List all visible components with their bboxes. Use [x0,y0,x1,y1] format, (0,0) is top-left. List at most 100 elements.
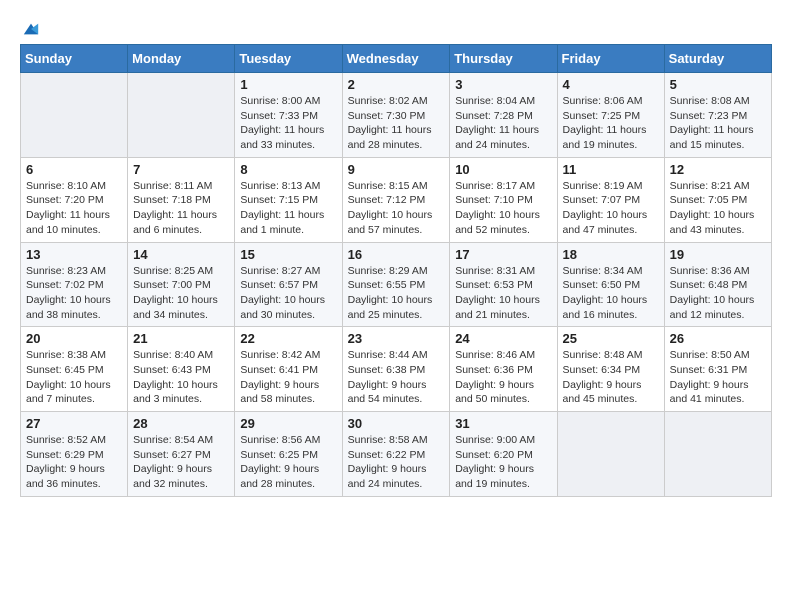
cell-info: Sunrise: 9:00 AMSunset: 6:20 PMDaylight:… [455,433,551,492]
calendar-cell: 18Sunrise: 8:34 AMSunset: 6:50 PMDayligh… [557,242,664,327]
day-number: 28 [133,416,229,431]
weekday-header: Wednesday [342,45,450,73]
cell-info: Sunrise: 8:00 AMSunset: 7:33 PMDaylight:… [240,94,336,153]
calendar-week-row: 13 Sunrise: 8:23 AMSunset: 7:02 PMDayligh… [21,242,772,327]
day-number: 9 [348,162,445,177]
calendar-week-row: 27Sunrise: 8:52 AMSunset: 6:29 PMDayligh… [21,412,772,497]
calendar-cell: 25Sunrise: 8:48 AMSunset: 6:34 PMDayligh… [557,327,664,412]
calendar-header-row: SundayMondayTuesdayWednesdayThursdayFrid… [21,45,772,73]
weekday-header: Tuesday [235,45,342,73]
cell-info: Sunrise: 8:46 AMSunset: 6:36 PMDaylight:… [455,348,551,407]
cell-info: Sunrise: 8:52 AMSunset: 6:29 PMDaylight:… [26,433,122,492]
calendar-cell: 12 Sunrise: 8:21 AMSunset: 7:05 PMDayligh… [664,157,771,242]
day-number: 15 [240,247,336,262]
day-number: 5 [670,77,766,92]
calendar-cell: 28 Sunrise: 8:54 AMSunset: 6:27 PMDayligh… [128,412,235,497]
day-number: 22 [240,331,336,346]
cell-info: Sunrise: 8:17 AMSunset: 7:10 PMDaylight:… [455,179,551,238]
cell-info: Sunrise: 8:19 AMSunset: 7:07 PMDaylight:… [563,179,659,238]
page-header [20,20,772,34]
calendar-table: SundayMondayTuesdayWednesdayThursdayFrid… [20,44,772,497]
calendar-cell: 31 Sunrise: 9:00 AMSunset: 6:20 PMDayligh… [450,412,557,497]
weekday-header: Sunday [21,45,128,73]
calendar-cell: 11 Sunrise: 8:19 AMSunset: 7:07 PMDayligh… [557,157,664,242]
day-number: 16 [348,247,445,262]
calendar-cell: 15 Sunrise: 8:27 AMSunset: 6:57 PMDayligh… [235,242,342,327]
calendar-cell: 17 Sunrise: 8:31 AMSunset: 6:53 PMDayligh… [450,242,557,327]
weekday-header: Monday [128,45,235,73]
day-number: 26 [670,331,766,346]
calendar-cell: 1 Sunrise: 8:00 AMSunset: 7:33 PMDaylight… [235,73,342,158]
cell-info: Sunrise: 8:27 AMSunset: 6:57 PMDaylight:… [240,264,336,323]
calendar-cell [664,412,771,497]
day-number: 29 [240,416,336,431]
day-number: 2 [348,77,445,92]
cell-info: Sunrise: 8:50 AMSunset: 6:31 PMDaylight:… [670,348,766,407]
calendar-cell: 8 Sunrise: 8:13 AMSunset: 7:15 PMDaylight… [235,157,342,242]
day-number: 7 [133,162,229,177]
day-number: 13 [26,247,122,262]
cell-info: Sunrise: 8:38 AMSunset: 6:45 PMDaylight:… [26,348,122,407]
weekday-header: Thursday [450,45,557,73]
calendar-cell: 22 Sunrise: 8:42 AMSunset: 6:41 PMDayligh… [235,327,342,412]
calendar-cell: 4 Sunrise: 8:06 AMSunset: 7:25 PMDaylight… [557,73,664,158]
calendar-cell: 6Sunrise: 8:10 AMSunset: 7:20 PMDaylight… [21,157,128,242]
weekday-header: Saturday [664,45,771,73]
calendar-week-row: 6Sunrise: 8:10 AMSunset: 7:20 PMDaylight… [21,157,772,242]
calendar-cell: 24 Sunrise: 8:46 AMSunset: 6:36 PMDayligh… [450,327,557,412]
day-number: 8 [240,162,336,177]
day-number: 10 [455,162,551,177]
cell-info: Sunrise: 8:36 AMSunset: 6:48 PMDaylight:… [670,264,766,323]
day-number: 19 [670,247,766,262]
logo-icon [22,20,40,38]
calendar-cell: 7 Sunrise: 8:11 AMSunset: 7:18 PMDaylight… [128,157,235,242]
day-number: 30 [348,416,445,431]
cell-info: Sunrise: 8:06 AMSunset: 7:25 PMDaylight:… [563,94,659,153]
day-number: 11 [563,162,659,177]
calendar-cell: 5 Sunrise: 8:08 AMSunset: 7:23 PMDaylight… [664,73,771,158]
calendar-cell: 27Sunrise: 8:52 AMSunset: 6:29 PMDayligh… [21,412,128,497]
calendar-cell [21,73,128,158]
calendar-cell: 30 Sunrise: 8:58 AMSunset: 6:22 PMDayligh… [342,412,450,497]
calendar-cell [128,73,235,158]
cell-info: Sunrise: 8:58 AMSunset: 6:22 PMDaylight:… [348,433,445,492]
cell-info: Sunrise: 8:42 AMSunset: 6:41 PMDaylight:… [240,348,336,407]
cell-info: Sunrise: 8:54 AMSunset: 6:27 PMDaylight:… [133,433,229,492]
day-number: 31 [455,416,551,431]
calendar-cell: 2 Sunrise: 8:02 AMSunset: 7:30 PMDaylight… [342,73,450,158]
cell-info: Sunrise: 8:02 AMSunset: 7:30 PMDaylight:… [348,94,445,153]
cell-info: Sunrise: 8:13 AMSunset: 7:15 PMDaylight:… [240,179,336,238]
cell-info: Sunrise: 8:48 AMSunset: 6:34 PMDaylight:… [563,348,659,407]
weekday-header: Friday [557,45,664,73]
cell-info: Sunrise: 8:21 AMSunset: 7:05 PMDaylight:… [670,179,766,238]
calendar-cell: 13 Sunrise: 8:23 AMSunset: 7:02 PMDayligh… [21,242,128,327]
calendar-week-row: 20Sunrise: 8:38 AMSunset: 6:45 PMDayligh… [21,327,772,412]
day-number: 4 [563,77,659,92]
calendar-cell: 14Sunrise: 8:25 AMSunset: 7:00 PMDayligh… [128,242,235,327]
day-number: 6 [26,162,122,177]
cell-info: Sunrise: 8:04 AMSunset: 7:28 PMDaylight:… [455,94,551,153]
cell-info: Sunrise: 8:56 AMSunset: 6:25 PMDaylight:… [240,433,336,492]
calendar-cell: 21Sunrise: 8:40 AMSunset: 6:43 PMDayligh… [128,327,235,412]
cell-info: Sunrise: 8:44 AMSunset: 6:38 PMDaylight:… [348,348,445,407]
calendar-cell: 29 Sunrise: 8:56 AMSunset: 6:25 PMDayligh… [235,412,342,497]
calendar-cell: 16Sunrise: 8:29 AMSunset: 6:55 PMDayligh… [342,242,450,327]
day-number: 18 [563,247,659,262]
logo [20,20,40,34]
cell-info: Sunrise: 8:25 AMSunset: 7:00 PMDaylight:… [133,264,229,323]
day-number: 17 [455,247,551,262]
cell-info: Sunrise: 8:23 AMSunset: 7:02 PMDaylight:… [26,264,122,323]
calendar-cell: 9Sunrise: 8:15 AMSunset: 7:12 PMDaylight… [342,157,450,242]
day-number: 24 [455,331,551,346]
calendar-cell [557,412,664,497]
cell-info: Sunrise: 8:31 AMSunset: 6:53 PMDaylight:… [455,264,551,323]
calendar-cell: 23 Sunrise: 8:44 AMSunset: 6:38 PMDayligh… [342,327,450,412]
cell-info: Sunrise: 8:11 AMSunset: 7:18 PMDaylight:… [133,179,229,238]
day-number: 23 [348,331,445,346]
cell-info: Sunrise: 8:08 AMSunset: 7:23 PMDaylight:… [670,94,766,153]
day-number: 1 [240,77,336,92]
calendar-cell: 20Sunrise: 8:38 AMSunset: 6:45 PMDayligh… [21,327,128,412]
calendar-cell: 19 Sunrise: 8:36 AMSunset: 6:48 PMDayligh… [664,242,771,327]
calendar-cell: 10 Sunrise: 8:17 AMSunset: 7:10 PMDayligh… [450,157,557,242]
day-number: 12 [670,162,766,177]
